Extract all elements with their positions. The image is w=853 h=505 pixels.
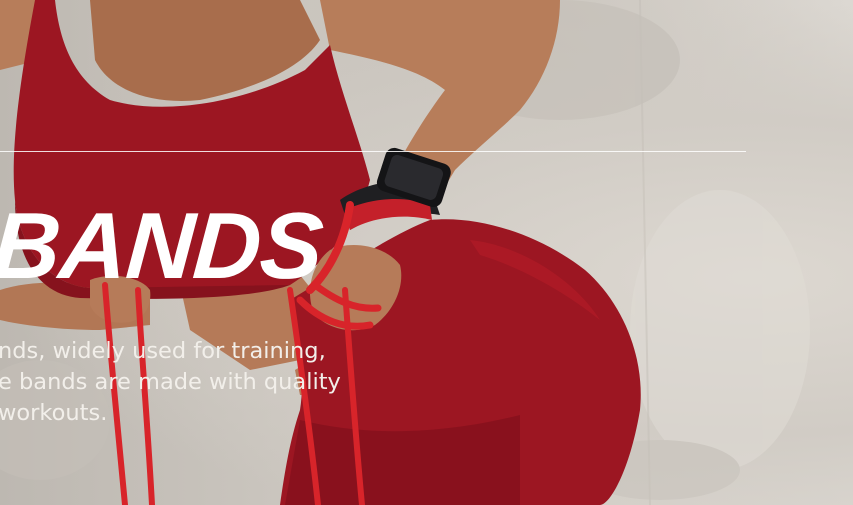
description-line: nds, widely used for training, <box>0 338 326 364</box>
hero-headline: E BANDS <box>0 193 326 298</box>
description-line: e bands are made with quality <box>0 369 341 395</box>
hero-banner: E BANDS nds, widely used for training, e… <box>0 0 853 505</box>
divider-line <box>0 151 746 152</box>
hero-description: nds, widely used for training, e bands a… <box>0 336 428 429</box>
description-line: workouts. <box>0 400 108 426</box>
